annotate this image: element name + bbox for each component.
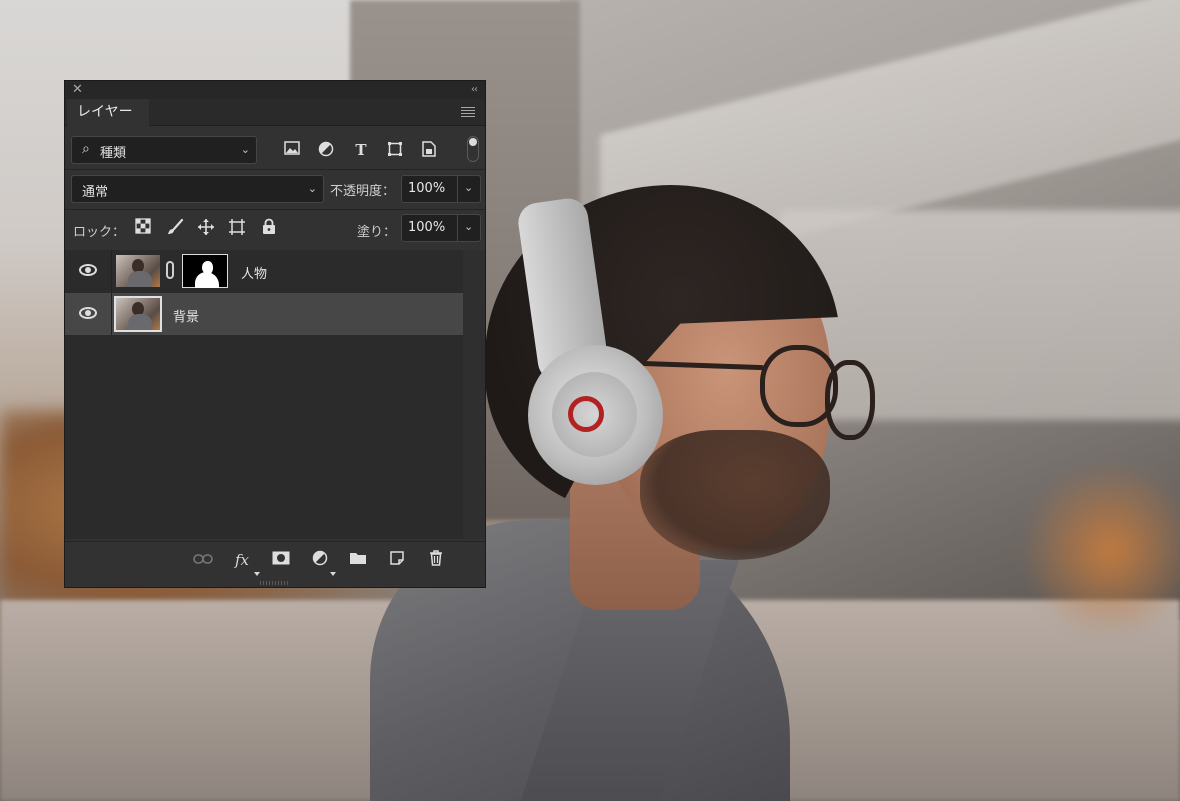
fill-dropdown-button[interactable]: ⌄ <box>457 215 480 241</box>
glasses-lens-right <box>825 360 875 440</box>
type-filter-icon[interactable]: T <box>352 141 370 159</box>
close-icon[interactable]: ✕ <box>72 82 83 98</box>
visibility-column-divider <box>111 250 112 292</box>
layers-bottom-toolbar: fx <box>65 541 485 578</box>
layers-list: 人物 背景 <box>65 250 463 539</box>
lock-image-pixels-icon[interactable] <box>165 218 185 238</box>
filter-toggle-switch[interactable] <box>467 136 479 162</box>
layers-scrollbar[interactable] <box>463 250 485 539</box>
thumbnail-person-body <box>128 314 152 330</box>
opacity-value: 100% <box>408 181 446 196</box>
fill-field[interactable]: 100% ⌄ <box>401 214 481 242</box>
fx-dropdown-triangle <box>254 572 260 576</box>
new-group-icon[interactable] <box>348 550 368 570</box>
headphone-logo <box>568 396 604 432</box>
mask-silhouette-body <box>195 272 219 288</box>
chevron-down-icon: ⌄ <box>464 220 474 233</box>
new-adjustment-layer-icon[interactable] <box>310 550 330 570</box>
lock-position-icon[interactable] <box>196 218 216 238</box>
layer-thumbnail-selected[interactable] <box>114 296 162 332</box>
opacity-field[interactable]: 100% ⌄ <box>401 175 481 203</box>
thumbnail-person-body <box>128 271 152 287</box>
add-mask-icon[interactable] <box>271 550 291 570</box>
link-layers-icon[interactable] <box>193 550 213 570</box>
fill-label: 塗り： <box>357 225 397 240</box>
divider <box>65 169 485 170</box>
panel-titlebar[interactable]: ✕ ‹‹ <box>65 81 485 99</box>
visibility-column-divider <box>111 293 112 335</box>
shape-filter-icon[interactable] <box>386 141 404 159</box>
chevron-down-icon: ⌄ <box>464 181 474 194</box>
panel-tab-row: レイヤー <box>65 99 485 126</box>
layer-filter-label: 種類 <box>100 146 127 161</box>
layer-name[interactable]: 背景 <box>173 306 199 325</box>
person-beard <box>640 430 830 560</box>
tab-layers[interactable]: レイヤー <box>67 99 149 126</box>
blend-mode-value: 通常 <box>82 185 109 200</box>
opacity-dropdown-button[interactable]: ⌄ <box>457 176 480 202</box>
smart-object-filter-icon[interactable] <box>420 141 438 159</box>
layer-row-person[interactable]: 人物 <box>65 250 463 292</box>
lock-label: ロック： <box>73 225 126 240</box>
filter-toggle-knob <box>469 138 477 146</box>
layer-mask-thumbnail[interactable] <box>182 254 228 288</box>
image-filter-icon[interactable] <box>283 141 301 159</box>
adjustment-filter-icon[interactable] <box>317 141 335 159</box>
chevron-down-icon: ⌄ <box>240 143 250 156</box>
adjustment-dropdown-triangle <box>330 572 336 576</box>
fill-value: 100% <box>408 220 446 235</box>
blend-mode-select[interactable]: 通常 ⌄ <box>71 175 324 203</box>
visibility-eye-icon[interactable] <box>79 307 97 319</box>
layer-name[interactable]: 人物 <box>241 263 267 282</box>
layers-panel: ✕ ‹‹ レイヤー ⌕ 種類 ⌄ T 通常 ⌄ 不透明度： 100% ⌄ ロック… <box>64 80 486 588</box>
lock-artboard-icon[interactable] <box>227 218 247 238</box>
search-icon: ⌕ <box>82 141 90 157</box>
lock-all-icon[interactable] <box>259 218 279 238</box>
panel-resize-grip[interactable] <box>260 581 290 585</box>
delete-layer-icon[interactable] <box>426 550 446 570</box>
collapse-panel-icon[interactable]: ‹‹ <box>471 82 478 98</box>
eye-pupil <box>85 310 91 316</box>
opacity-label: 不透明度： <box>330 184 396 199</box>
warm-light-glow <box>1020 460 1180 640</box>
layer-filter-select[interactable]: ⌕ 種類 ⌄ <box>71 136 257 164</box>
layer-row-background[interactable]: 背景 <box>65 293 463 335</box>
chevron-down-icon: ⌄ <box>307 182 317 195</box>
divider <box>65 209 485 210</box>
visibility-eye-icon[interactable] <box>79 264 97 276</box>
new-layer-icon[interactable] <box>387 550 407 570</box>
lock-transparent-pixels-icon[interactable] <box>133 218 153 238</box>
eye-pupil <box>85 267 91 273</box>
mask-link-chain-icon[interactable] <box>166 261 174 279</box>
fx-icon[interactable]: fx <box>232 550 252 570</box>
panel-menu-icon[interactable] <box>461 107 475 117</box>
layer-thumbnail[interactable] <box>116 255 160 287</box>
